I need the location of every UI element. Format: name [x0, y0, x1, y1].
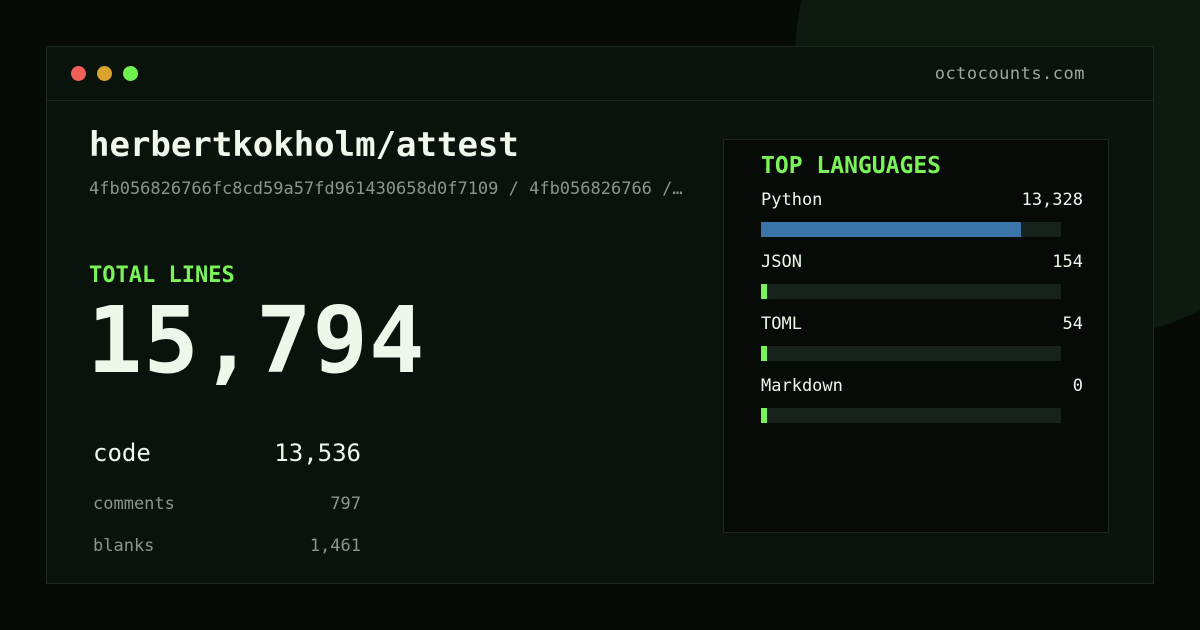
language-bar-fill	[761, 346, 767, 361]
language-name: JSON	[761, 252, 802, 272]
language-row-python: Python 13,328	[761, 190, 1083, 250]
language-bar-fill	[761, 222, 1022, 237]
language-row-markdown: Markdown 0	[761, 376, 1083, 436]
stat-label-code: code	[93, 439, 151, 467]
language-lines: 0	[1072, 376, 1083, 396]
language-lines: 13,328	[1021, 190, 1083, 210]
maximize-dot-icon[interactable]	[123, 66, 138, 81]
close-dot-icon[interactable]	[71, 66, 86, 81]
minimize-dot-icon[interactable]	[97, 66, 112, 81]
stat-value-blanks: 1,461	[309, 536, 361, 556]
language-lines: 154	[1052, 252, 1083, 272]
language-bar-fill	[761, 284, 767, 299]
top-languages-title: TOP LANGUAGES	[761, 153, 942, 179]
stat-value-code: 13,536	[274, 439, 361, 467]
site-name: octocounts.com	[934, 64, 1085, 84]
language-bar-track	[761, 408, 1061, 423]
language-bar-track	[761, 284, 1061, 299]
repo-title: herbertkokholm/attest	[89, 125, 519, 165]
language-name: Python	[761, 190, 823, 210]
stat-label-comments: comments	[93, 494, 175, 514]
language-name: TOML	[761, 314, 802, 334]
top-languages-panel: TOP LANGUAGES Python 13,328 JSON 154 TOM…	[723, 139, 1109, 533]
language-row-toml: TOML 54	[761, 314, 1083, 374]
app-window: octocounts.com herbertkokholm/attest 4fb…	[46, 46, 1154, 584]
language-lines: 54	[1062, 314, 1083, 334]
language-bar-track	[761, 222, 1061, 237]
language-row-json: JSON 154	[761, 252, 1083, 312]
language-bar-fill	[761, 408, 767, 423]
page: octocounts.com herbertkokholm/attest 4fb…	[0, 0, 1200, 630]
stat-value-comments: 797	[330, 494, 361, 514]
total-lines-label: TOTAL LINES	[89, 263, 235, 288]
total-lines-value: 15,794	[87, 287, 426, 394]
commit-hash: 4fb056826766fc8cd59a57fd961430658d0f7109…	[89, 179, 683, 199]
language-name: Markdown	[761, 376, 843, 396]
stat-label-blanks: blanks	[93, 536, 155, 556]
title-bar: octocounts.com	[47, 47, 1153, 101]
language-bar-track	[761, 346, 1061, 361]
